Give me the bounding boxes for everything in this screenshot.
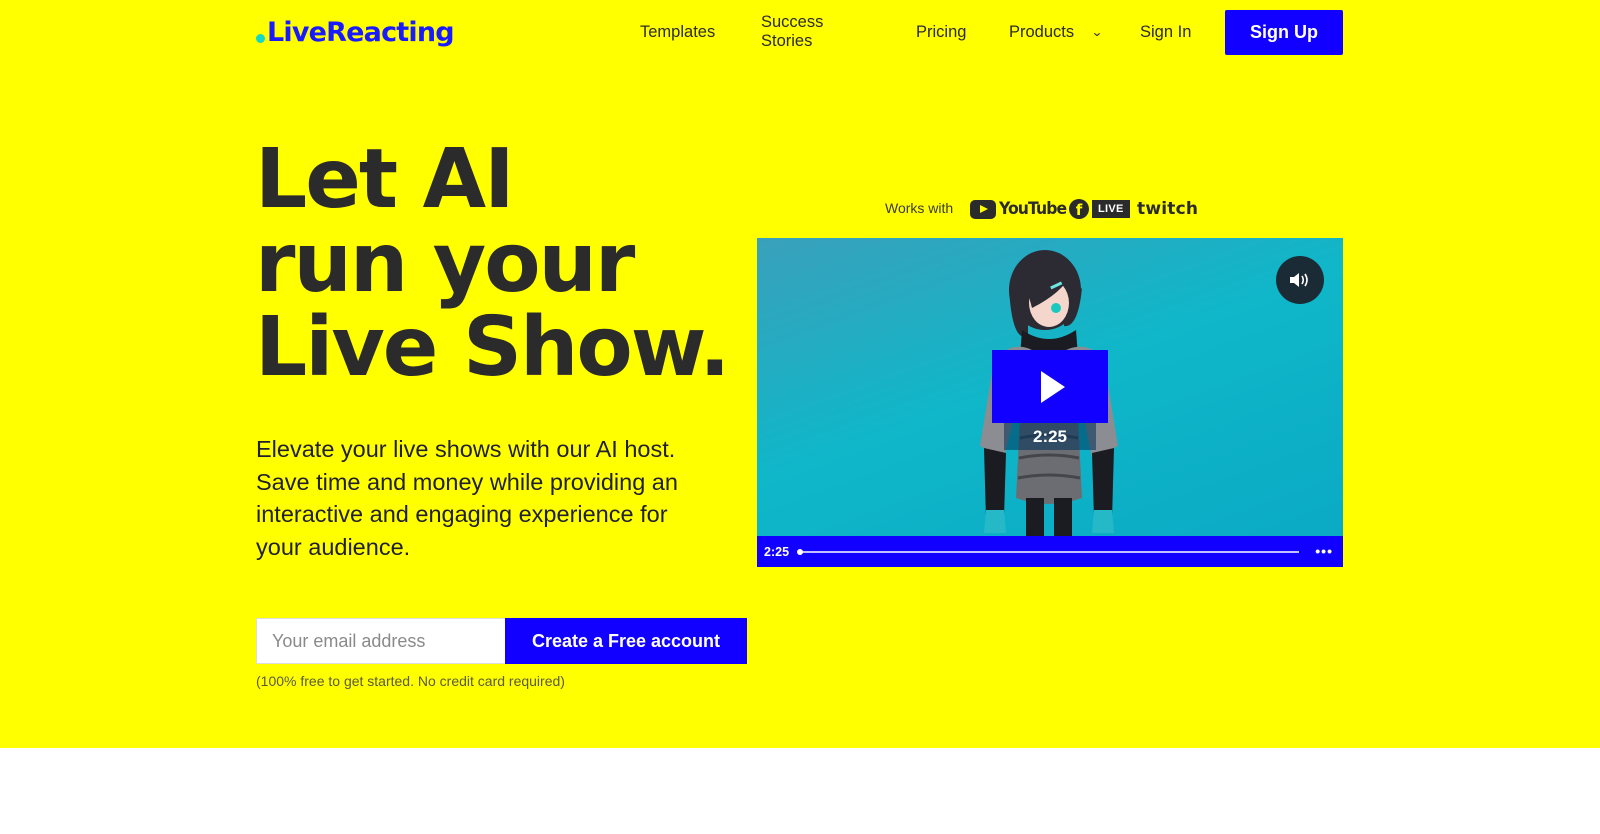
play-button[interactable] xyxy=(992,350,1108,423)
more-icon[interactable]: ••• xyxy=(1315,544,1333,558)
headline-line: Let AI xyxy=(255,132,515,227)
speaker-glyph xyxy=(1290,273,1308,287)
youtube-logo: YouTube xyxy=(970,199,1072,219)
sign-up-button[interactable]: Sign Up xyxy=(1225,10,1343,55)
facebook-icon: f xyxy=(1069,199,1089,219)
progress-knob[interactable] xyxy=(797,549,803,555)
chevron-down-icon: ⌄ xyxy=(1091,25,1104,39)
headline-line: Live Show. xyxy=(255,300,730,395)
nav-sign-in[interactable]: Sign In xyxy=(1140,23,1191,42)
email-input[interactable] xyxy=(256,618,505,664)
nav-products-label: Products xyxy=(1009,22,1075,41)
youtube-icon xyxy=(970,199,996,219)
works-with-label: Works with xyxy=(885,200,954,216)
logo-text: LiveReacting xyxy=(267,16,455,48)
facebook-live-badge: LIVE xyxy=(1092,200,1130,218)
logo-dot xyxy=(256,33,265,43)
video-control-bar: 2:25 ••• xyxy=(757,536,1343,567)
facebook-live-logo: f LIVE xyxy=(1069,199,1130,219)
video-player[interactable]: 2:25 2:25 ••• xyxy=(757,238,1343,567)
headline-line: run your xyxy=(255,216,635,311)
logo[interactable]: LiveReacting xyxy=(256,12,455,52)
nav-products[interactable]: Products ⌄ xyxy=(1009,22,1104,42)
twitch-logo: twitch xyxy=(1137,199,1199,219)
fineprint: (100% free to get started. No credit car… xyxy=(256,673,565,689)
nav-pricing[interactable]: Pricing xyxy=(916,23,966,42)
video-time: 2:25 xyxy=(764,544,790,559)
speaker-icon[interactable] xyxy=(1276,256,1324,304)
hero-subtext: Elevate your live shows with our AI host… xyxy=(256,436,678,560)
play-icon xyxy=(1041,370,1065,403)
youtube-wordmark: YouTube xyxy=(999,199,1067,219)
hero-headline: Let AI run your Live Show. xyxy=(255,132,730,395)
create-account-button[interactable]: Create a Free account xyxy=(505,618,747,664)
nav-success-stories[interactable]: Success Stories xyxy=(761,13,823,51)
duration-badge: 2:25 xyxy=(1004,423,1096,450)
nav-templates[interactable]: Templates xyxy=(640,23,715,42)
video-progress-bar[interactable] xyxy=(797,549,1299,555)
